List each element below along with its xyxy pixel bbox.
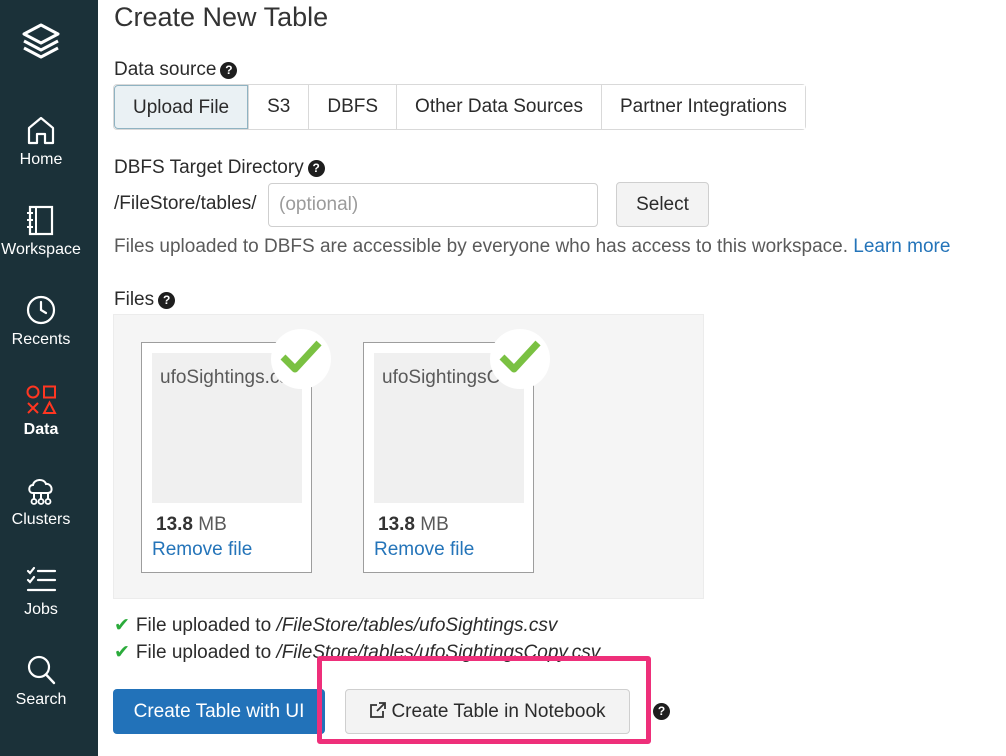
target-dir-label-text: DBFS Target Directory (114, 157, 304, 178)
sidebar: Home Workspace Recents Data Clusters Job… (0, 0, 98, 756)
jobs-list-icon (26, 566, 57, 592)
tab-s3[interactable]: S3 (248, 85, 309, 129)
create-table-with-ui-button[interactable]: Create Table with UI (113, 689, 325, 734)
nav-clusters[interactable]: Clusters (0, 473, 82, 553)
file-size-unit: MB (420, 514, 449, 535)
nav-recents[interactable]: Recents (0, 293, 82, 373)
tab-upload-file[interactable]: Upload File (114, 85, 249, 129)
remove-file-link[interactable]: Remove file (374, 539, 474, 561)
databricks-logo-icon[interactable] (19, 20, 63, 64)
page-title: Create New Table (114, 2, 329, 32)
nav-workspace-label: Workspace (1, 241, 81, 258)
data-source-label: Data source? (114, 59, 238, 81)
dbfs-info-text: Files uploaded to DBFS are accessible by… (114, 236, 950, 258)
files-label: Files? (114, 289, 176, 311)
home-icon (27, 116, 55, 145)
nav-home[interactable]: Home (0, 113, 82, 193)
upload-status-line: ✔ File uploaded to /FileStore/tables/ufoS… (114, 614, 557, 637)
upload-status-prefix: File uploaded to (135, 642, 277, 663)
select-button[interactable]: Select (616, 182, 709, 227)
upload-status-prefix: File uploaded to (135, 615, 277, 636)
learn-more-link[interactable]: Learn more (853, 236, 950, 257)
nav-workspace[interactable]: Workspace (0, 203, 82, 283)
cloud-cluster-icon (28, 479, 53, 505)
nav-jobs[interactable]: Jobs (0, 563, 82, 643)
data-source-label-text: Data source (114, 59, 217, 80)
help-icon[interactable]: ? (158, 292, 176, 309)
upload-status-path: /FileStore/tables/ufoSightings.csv (276, 615, 558, 636)
target-dir-prefix: /FileStore/tables/ (114, 193, 257, 214)
check-icon: ✔ (114, 615, 130, 636)
nav-data-label: Data (23, 421, 59, 438)
dbfs-info-message: Files uploaded to DBFS are accessible by… (114, 236, 848, 257)
file-size: 13.8 MB (378, 514, 449, 536)
upload-complete-check-icon (490, 329, 550, 389)
nav-data[interactable]: Data (0, 383, 82, 463)
nav-search[interactable]: Search (0, 653, 82, 733)
search-icon (27, 655, 56, 685)
data-source-tabs: Upload File S3 DBFS Other Data Sources P… (113, 84, 806, 130)
target-dir-label: DBFS Target Directory? (114, 157, 325, 179)
nav-jobs-label: Jobs (24, 601, 58, 618)
file-size-value: 13.8 (378, 514, 415, 535)
workspace-icon (27, 205, 54, 236)
data-shapes-icon (26, 385, 57, 414)
tab-dbfs[interactable]: DBFS (308, 85, 397, 129)
tab-partner-integrations[interactable]: Partner Integrations (600, 85, 805, 129)
files-label-text: Files (114, 289, 155, 310)
nav-clusters-label: Clusters (11, 511, 71, 528)
file-name: ufoSightings.cs (160, 367, 289, 388)
nav-home-label: Home (19, 151, 63, 168)
files-dropzone[interactable]: ufoSightings.cs 13.8 MB Remove file ufoS… (113, 314, 704, 599)
upload-complete-check-icon (271, 329, 331, 389)
check-icon: ✔ (114, 642, 130, 663)
help-icon[interactable]: ? (653, 703, 670, 720)
file-size-value: 13.8 (156, 514, 193, 535)
file-card: ufoSightingsCo 13.8 MB Remove file (363, 329, 550, 573)
tab-other-data-sources[interactable]: Other Data Sources (396, 85, 601, 129)
file-size-unit: MB (198, 514, 227, 535)
nav-recents-label: Recents (11, 331, 71, 348)
remove-file-link[interactable]: Remove file (152, 539, 252, 561)
highlight-annotation-box (317, 656, 651, 744)
clock-icon (26, 295, 56, 325)
nav-search-label: Search (15, 691, 67, 708)
help-icon[interactable]: ? (307, 160, 325, 177)
file-size: 13.8 MB (156, 514, 227, 536)
target-dir-input[interactable] (268, 183, 598, 227)
help-icon[interactable]: ? (220, 62, 238, 79)
file-card: ufoSightings.cs 13.8 MB Remove file (141, 329, 331, 573)
